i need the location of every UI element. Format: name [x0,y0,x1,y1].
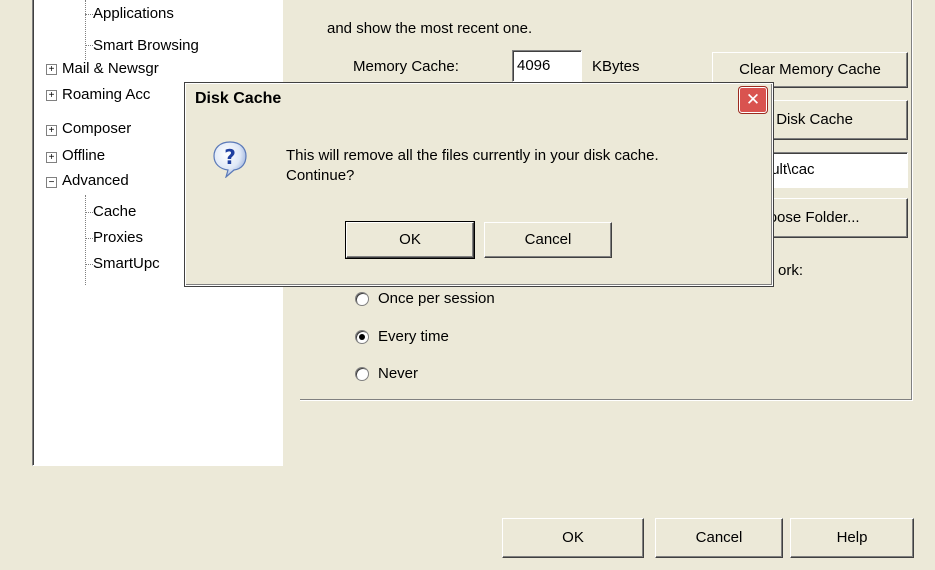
expand-icon[interactable]: + [46,90,57,101]
dialog-message-line-1: This will remove all the files currently… [286,147,659,164]
expand-icon[interactable]: + [46,125,57,136]
radio-never[interactable] [355,367,369,381]
ok-button[interactable]: OK [502,518,644,558]
dialog-title: Disk Cache [195,90,282,107]
help-button[interactable]: Help [790,518,914,558]
tree-guide-line [85,195,86,285]
tree-guide-line [85,212,93,213]
svg-text:?: ? [224,145,236,169]
expand-icon[interactable]: + [46,64,57,75]
tree-item-advanced[interactable]: Advanced [62,172,129,190]
memory-cache-label: Memory Cache: [353,58,459,75]
tree-item-smart-browsing[interactable]: Smart Browsing [93,37,199,55]
tree-item-applications[interactable]: Applications [93,5,174,23]
tree-item-roaming-access[interactable]: Roaming Acc [62,86,150,104]
cache-description: and show the most recent one. [327,20,533,37]
memory-cache-unit: KBytes [592,58,640,75]
tree-item-offline[interactable]: Offline [62,147,105,165]
tree-item-cache[interactable]: Cache [93,203,137,221]
dialog-title-bar[interactable]: Disk Cache ✕ [189,87,769,113]
compare-pages-label: ork: [778,262,804,279]
radio-once-per-session-label[interactable]: Once per session [378,290,495,307]
tree-item-mail-newsgroups[interactable]: Mail & Newsgr [62,60,159,78]
question-icon: ? [212,140,248,179]
tree-item-proxies[interactable]: Proxies [93,229,143,247]
radio-every-time-label[interactable]: Every time [378,328,449,345]
tree-guide-line [85,0,86,60]
expand-icon[interactable]: + [46,152,57,163]
dialog-message-line-2: Continue? [286,167,355,184]
dialog-message: This will remove all the files currently… [286,146,659,186]
dialog-ok-button[interactable]: OK [345,221,475,259]
radio-every-time[interactable] [355,330,369,344]
tree-item-composer[interactable]: Composer [62,120,131,138]
collapse-icon[interactable]: − [46,177,57,188]
disk-cache-dialog: Disk Cache ✕ ? This will remove all the … [184,82,774,287]
tree-guide-line [85,45,93,46]
dialog-cancel-button[interactable]: Cancel [484,222,612,258]
close-icon[interactable]: ✕ [739,87,767,113]
radio-never-label[interactable]: Never [378,365,418,382]
cancel-button[interactable]: Cancel [655,518,783,558]
memory-cache-input[interactable]: 4096 [512,50,582,82]
tree-guide-line [85,14,93,15]
tree-item-smartupdate[interactable]: SmartUpc [93,255,160,273]
radio-once-per-session[interactable] [355,292,369,306]
tree-guide-line [85,238,93,239]
tree-guide-line [85,264,93,265]
